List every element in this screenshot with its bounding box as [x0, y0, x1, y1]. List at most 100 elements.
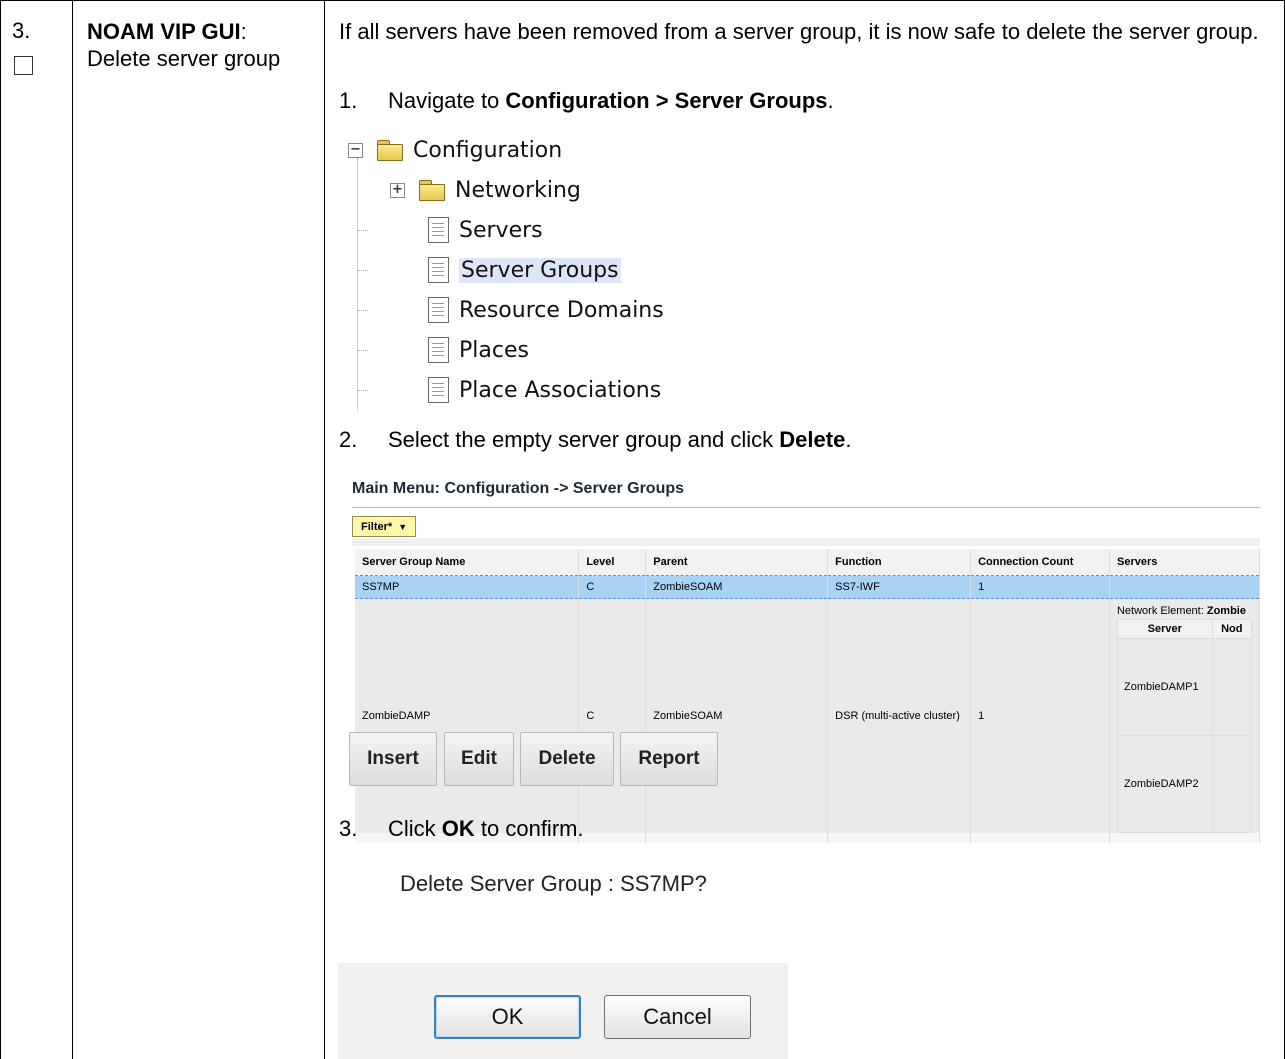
substep-bold: OK: [441, 816, 475, 841]
tree-guide: [358, 270, 368, 271]
column-divider: [324, 0, 325, 1059]
cell-parent: ZombieSOAM: [645, 598, 829, 833]
page-title: Main Menu: Configuration -> Server Group…: [352, 480, 685, 497]
column-header[interactable]: Server Group Name: [355, 549, 580, 576]
subtable-header: Server: [1116, 619, 1213, 639]
tree-item-label: Places: [459, 337, 529, 363]
cell-name: ZombieDAMP: [355, 598, 580, 833]
folder-icon: [419, 180, 445, 201]
substep-text-end: to confirm.: [474, 816, 584, 841]
column-header[interactable]: Function: [827, 549, 972, 576]
ne-value: Zombie: [1206, 605, 1246, 617]
cell-function: DSR (multi-active cluster): [827, 598, 972, 833]
tree-item-label: Servers: [459, 217, 543, 243]
substep-number: 1.: [339, 88, 358, 113]
ok-button[interactable]: OK: [434, 995, 581, 1039]
document-icon: [428, 217, 449, 243]
procedure-table: 3. NOAM VIP GUI: Delete server group If a…: [0, 0, 1285, 1059]
subtable-header: Nod: [1211, 619, 1253, 639]
cell-level: C: [578, 575, 647, 599]
table-row[interactable]: ZombieDAMP C ZombieSOAM DSR (multi-activ…: [355, 598, 1261, 833]
step-checkbox[interactable]: [14, 56, 33, 75]
title-divider: [352, 507, 1260, 508]
expand-icon[interactable]: +: [390, 182, 405, 198]
column-header[interactable]: Servers: [1109, 549, 1261, 576]
document-icon: [428, 337, 449, 363]
cell-count: 1: [970, 575, 1110, 599]
step-title-bold: NOAM VIP GUI: [87, 19, 241, 44]
tree-item-label: Configuration: [413, 137, 563, 163]
network-element-label: Network Element: Zombie: [1117, 605, 1252, 617]
step-title-rest: Delete server group: [87, 46, 281, 71]
confirm-message: Delete Server Group : SS7MP?: [400, 871, 707, 896]
cell-level: C: [578, 598, 647, 833]
filter-button[interactable]: Filter* ▼: [352, 516, 417, 537]
cell-function: SS7-IWF: [827, 575, 972, 599]
cancel-button[interactable]: Cancel: [604, 995, 751, 1039]
server-name: ZombieDAMP1: [1116, 638, 1213, 736]
cell-servers: Network Element: Zombie Server Nod Zombi…: [1109, 598, 1261, 833]
substep-text: Navigate to: [388, 88, 506, 113]
server-node: [1211, 638, 1253, 736]
intro-text: If all servers have been removed from a …: [339, 19, 1259, 44]
cell-name: SS7MP: [355, 575, 580, 599]
document-icon: [428, 257, 449, 283]
tree-item-resource-domains[interactable]: Resource Domains: [428, 294, 664, 326]
insert-button[interactable]: Insert: [349, 732, 437, 786]
column-header[interactable]: Connection Count: [970, 549, 1110, 576]
server-node: [1211, 735, 1253, 833]
cell-count: 1: [970, 598, 1110, 833]
tree-item-label: Networking: [455, 177, 581, 203]
tree-item-places[interactable]: Places: [428, 334, 529, 366]
table-left-border: [0, 0, 1, 1059]
step-title-colon: :: [240, 19, 247, 44]
chevron-down-icon: ▼: [398, 521, 408, 532]
substep-1: 1. Navigate to Configuration > Server Gro…: [339, 87, 834, 114]
config-tree: − Configuration + Networking Servers Ser…: [340, 130, 700, 415]
tree-guide: [358, 230, 368, 231]
tree-item-networking[interactable]: + Networking: [390, 174, 581, 206]
tree-item-label: Resource Domains: [459, 297, 664, 323]
substep-text-end: .: [845, 427, 852, 452]
tree-guide: [358, 390, 368, 391]
step-number: 3.: [12, 18, 31, 43]
table-top-border: [0, 0, 1285, 1]
substep-number: 3.: [339, 816, 358, 841]
document-icon: [428, 297, 449, 323]
column-divider: [72, 0, 73, 1059]
tree-guide: [358, 310, 368, 311]
ne-label-text: Network Element:: [1116, 605, 1207, 617]
server-groups-panel: Main Menu: Configuration -> Server Group…: [340, 475, 1261, 843]
substep-bold: Configuration > Server Groups: [505, 88, 828, 113]
tree-guide: [358, 350, 368, 351]
tree-item-label: Place Associations: [459, 377, 662, 403]
edit-button[interactable]: Edit: [444, 732, 514, 786]
substep-3: 3. Click OK to confirm.: [339, 815, 584, 842]
substep-text: Select the empty server group and click: [388, 427, 780, 452]
filter-label: Filter*: [361, 520, 393, 533]
tree-item-servers[interactable]: Servers: [428, 214, 543, 246]
report-button[interactable]: Report: [620, 732, 718, 786]
table-header: Server Group Name Level Parent Function …: [355, 549, 1261, 576]
document-icon: [428, 377, 449, 403]
tree-item-configuration[interactable]: − Configuration: [348, 134, 562, 166]
column-header[interactable]: Level: [578, 549, 647, 576]
delete-button[interactable]: Delete: [520, 732, 614, 786]
server-name: ZombieDAMP2: [1116, 735, 1213, 833]
substep-text: Click: [388, 816, 442, 841]
table-row-selected[interactable]: SS7MP C ZombieSOAM SS7-IWF 1: [355, 575, 1261, 599]
cell-parent: ZombieSOAM: [645, 575, 829, 599]
tree-item-label: Server Groups: [459, 257, 621, 283]
cell-servers: [1109, 575, 1261, 599]
tree-item-server-groups[interactable]: Server Groups: [428, 254, 621, 286]
toolbar-strip: [352, 538, 1260, 546]
tree-guide: [357, 158, 358, 410]
server-groups-table: Server Group Name Level Parent Function …: [355, 549, 1261, 843]
servers-subtable: Server Nod ZombieDAMP1 ZombieDAMP2: [1116, 619, 1253, 833]
column-header[interactable]: Parent: [645, 549, 829, 576]
substep-2: 2. Select the empty server group and clic…: [339, 426, 851, 453]
collapse-icon[interactable]: −: [348, 142, 363, 158]
substep-bold: Delete: [779, 427, 846, 452]
step-title: NOAM VIP GUI: Delete server group: [87, 18, 307, 72]
tree-item-place-associations[interactable]: Place Associations: [428, 374, 661, 406]
